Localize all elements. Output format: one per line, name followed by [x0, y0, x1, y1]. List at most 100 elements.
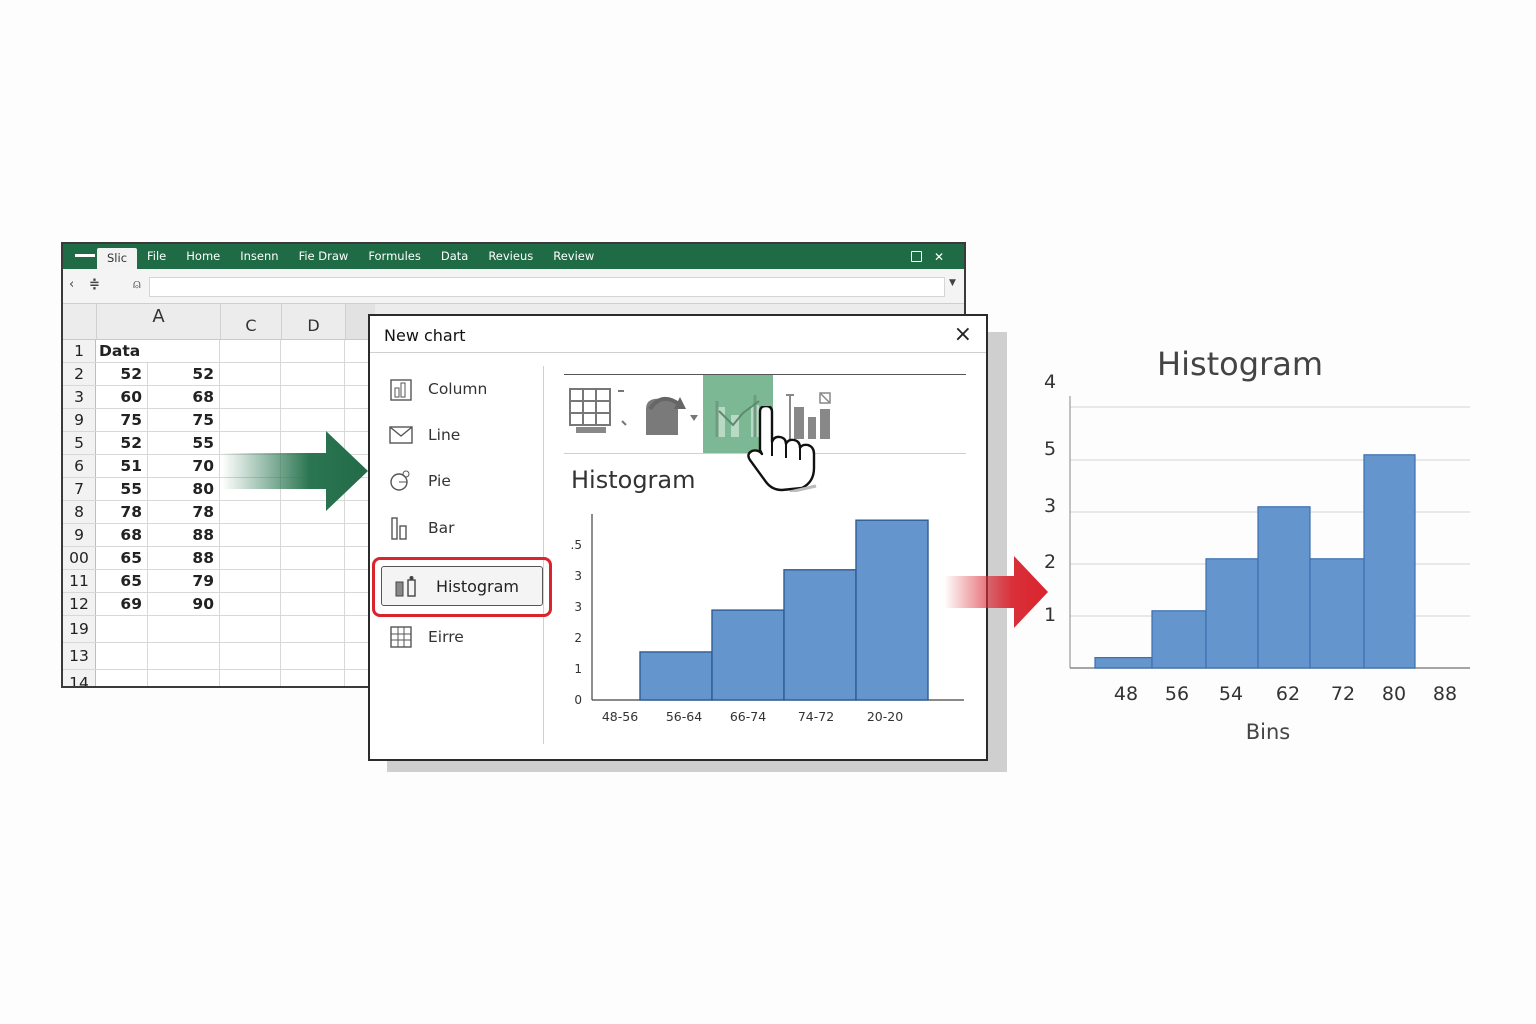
tab-reviews[interactable]: Revieus — [478, 244, 543, 269]
tab-insert[interactable]: Insenn — [230, 244, 288, 269]
cell-b[interactable]: 70 — [148, 455, 220, 477]
cell-d[interactable] — [281, 409, 345, 431]
cell-a[interactable]: 75 — [96, 409, 148, 431]
row-number[interactable]: 11 — [63, 570, 96, 592]
cell-a[interactable]: 60 — [96, 386, 148, 408]
cell-d[interactable] — [281, 363, 345, 385]
x-tick-label: 48 — [1114, 683, 1138, 705]
cell-b[interactable]: 80 — [148, 478, 220, 500]
cell-a[interactable] — [96, 616, 148, 642]
cell-c[interactable] — [220, 340, 281, 362]
cell-a[interactable]: 78 — [96, 501, 148, 523]
cell-a[interactable] — [96, 670, 148, 686]
sort-icon[interactable]: ≑ — [89, 277, 100, 292]
cell-a[interactable]: 65 — [96, 547, 148, 569]
cell-a[interactable]: 52 — [96, 432, 148, 454]
cell-b[interactable]: 52 — [148, 363, 220, 385]
cell-d[interactable] — [281, 593, 345, 615]
cell-a[interactable]: 55 — [96, 478, 148, 500]
column-header-a[interactable]: A — [96, 304, 220, 339]
function-icon[interactable]: ⍝ — [133, 277, 141, 292]
back-icon[interactable]: ‹ — [69, 277, 74, 292]
cell-c[interactable] — [220, 409, 281, 431]
tab-draw[interactable]: Fie Draw — [289, 244, 359, 269]
cell-d[interactable] — [281, 643, 345, 669]
chart-type-column[interactable]: Column — [388, 374, 487, 404]
cell-c[interactable] — [220, 363, 281, 385]
tab-formulas[interactable]: Formules — [358, 244, 431, 269]
row-number[interactable]: 7 — [63, 478, 96, 500]
new-chart-dialog: New chart × Column Line Pie Bar Eirre Hi… — [368, 314, 988, 761]
cell-b[interactable] — [148, 616, 220, 642]
maximize-icon[interactable] — [910, 251, 922, 262]
column-header-d[interactable]: D — [281, 304, 345, 339]
cell-c[interactable] — [220, 547, 281, 569]
cell-d[interactable] — [281, 386, 345, 408]
cell-a[interactable]: 69 — [96, 593, 148, 615]
cell-a[interactable]: Data — [96, 340, 220, 362]
cell-d[interactable] — [281, 340, 345, 362]
cell-b[interactable]: 55 — [148, 432, 220, 454]
close-icon[interactable]: ✕ — [934, 250, 944, 264]
chart-type-pie[interactable]: Pie — [388, 466, 451, 496]
row-number[interactable]: 13 — [63, 643, 96, 669]
row-number[interactable]: 6 — [63, 455, 96, 477]
column-header-c[interactable]: C — [220, 304, 281, 339]
cell-b[interactable]: 79 — [148, 570, 220, 592]
cell-b[interactable] — [148, 670, 220, 686]
row-number[interactable]: 2 — [63, 363, 96, 385]
cell-c[interactable] — [220, 593, 281, 615]
cell-c[interactable] — [220, 524, 281, 546]
cell-c[interactable] — [220, 570, 281, 592]
app-menu-icon[interactable] — [63, 244, 97, 269]
chevron-down-icon[interactable]: ▼ — [949, 278, 956, 288]
cell-b[interactable] — [148, 643, 220, 669]
cell-b[interactable]: 68 — [148, 386, 220, 408]
chart-type-grid[interactable]: Eirre — [388, 622, 464, 652]
dialog-close-button[interactable]: × — [954, 322, 972, 347]
row-number[interactable]: 14 — [63, 670, 96, 686]
cell-a[interactable]: 65 — [96, 570, 148, 592]
cell-a[interactable]: 51 — [96, 455, 148, 477]
chart-type-bar[interactable]: Bar — [388, 513, 455, 543]
row-number[interactable]: 8 — [63, 501, 96, 523]
y-tick-label: 2 — [574, 631, 582, 645]
cell-a[interactable]: 52 — [96, 363, 148, 385]
cell-a[interactable] — [96, 643, 148, 669]
row-number[interactable]: 1 — [63, 340, 96, 362]
row-number[interactable]: 12 — [63, 593, 96, 615]
tab-data[interactable]: Data — [431, 244, 478, 269]
cell-c[interactable] — [220, 643, 281, 669]
row-number[interactable]: 9 — [63, 409, 96, 431]
cell-d[interactable] — [281, 547, 345, 569]
tab-slic[interactable]: Slic — [97, 248, 138, 269]
cell-c[interactable] — [220, 616, 281, 642]
formula-input[interactable] — [149, 277, 945, 297]
cell-b[interactable]: 90 — [148, 593, 220, 615]
cell-b[interactable]: 88 — [148, 547, 220, 569]
cell-a[interactable]: 68 — [96, 524, 148, 546]
cell-b[interactable]: 75 — [148, 409, 220, 431]
row-number[interactable]: 3 — [63, 386, 96, 408]
cell-d[interactable] — [281, 524, 345, 546]
cell-c[interactable] — [220, 670, 281, 686]
row-number[interactable]: 9 — [63, 524, 96, 546]
chart-type-histogram[interactable]: Histogram — [381, 566, 543, 606]
tab-review[interactable]: Review — [543, 244, 604, 269]
cell-d[interactable] — [281, 570, 345, 592]
chart-type-line[interactable]: Line — [388, 420, 460, 450]
cell-b[interactable]: 78 — [148, 501, 220, 523]
cell-c[interactable] — [220, 386, 281, 408]
row-number[interactable]: 5 — [63, 432, 96, 454]
cell-d[interactable] — [281, 616, 345, 642]
row-number[interactable]: 19 — [63, 616, 96, 642]
row-number[interactable]: 00 — [63, 547, 96, 569]
gallery-item-table[interactable] — [564, 375, 634, 453]
tab-home[interactable]: Home — [176, 244, 230, 269]
cell-b[interactable]: 88 — [148, 524, 220, 546]
cell-d[interactable] — [281, 670, 345, 686]
tab-file[interactable]: File — [137, 244, 176, 269]
histogram-bar — [855, 519, 929, 701]
corner-cell[interactable] — [63, 304, 96, 339]
gallery-item-rotate[interactable] — [636, 375, 706, 453]
